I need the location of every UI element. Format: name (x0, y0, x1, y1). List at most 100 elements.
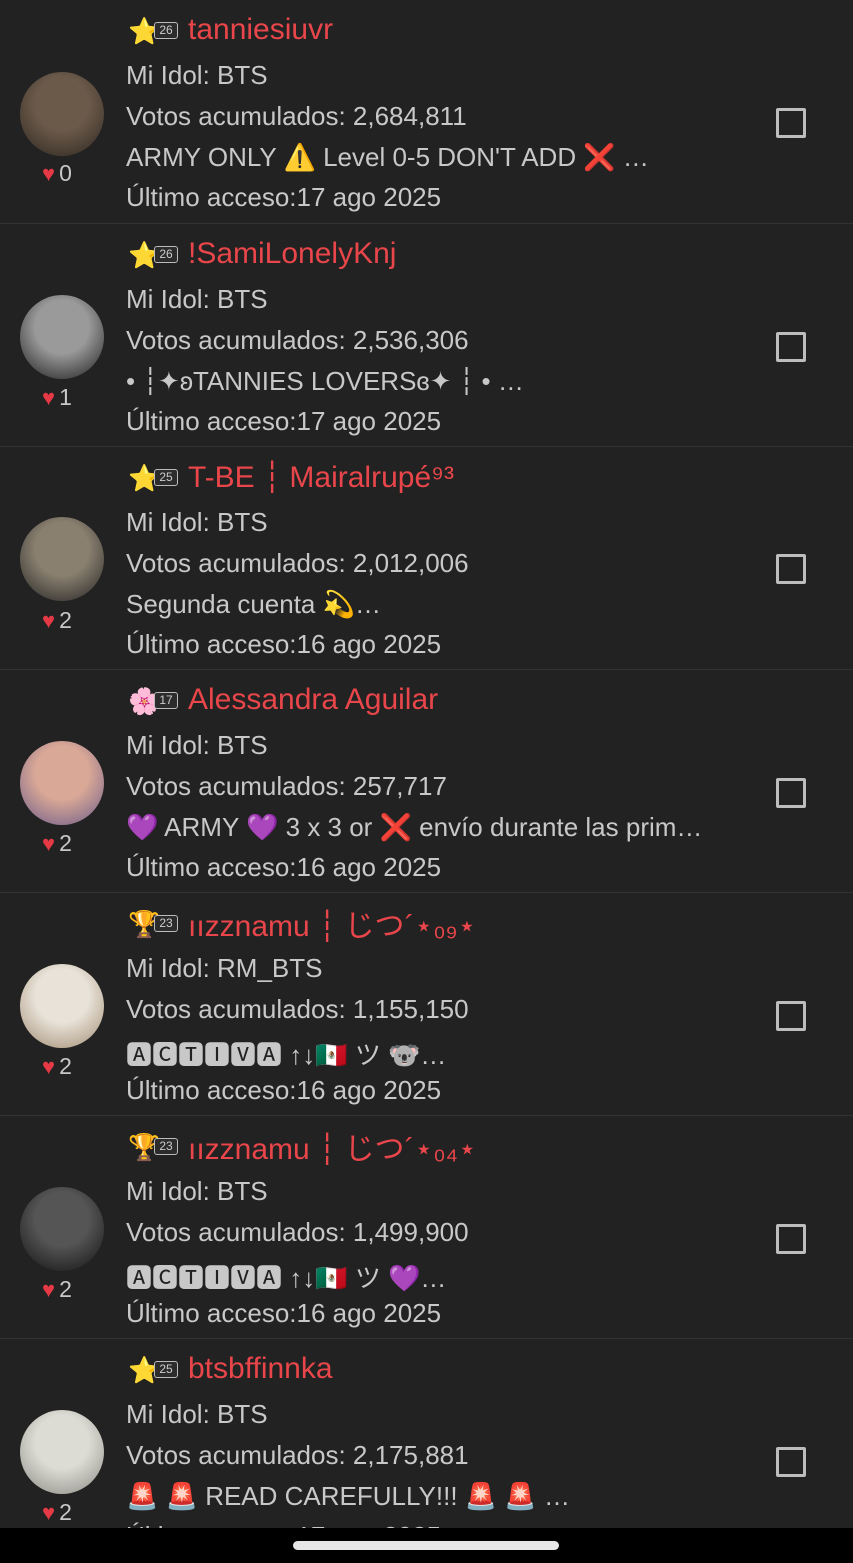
member-row[interactable]: ♥ 2 ⭐ 25 T-BE ┆ Mairalrupé⁹³ Mi Idol: BT… (0, 446, 853, 669)
last-access-text: Último acceso:17 ago 2025 (126, 182, 442, 212)
select-checkbox[interactable] (776, 778, 806, 808)
votes-text: Votos acumulados: 2,536,306 (126, 325, 469, 355)
avatar-column: ♥ 2 (18, 447, 106, 669)
bio-text: Segunda cuenta 💫… (126, 589, 381, 619)
system-navigation-bar (0, 1528, 853, 1563)
bio-text: ARMY ONLY ⚠️ Level 0-5 DON'T ADD ❌ … (126, 142, 649, 172)
heart-icon: ♥ (42, 1276, 56, 1302)
name-line: ⭐ 26 !SamiLonelyKnj (126, 234, 396, 274)
name-line: 🌸 17 Alessandra Aguilar (126, 680, 438, 720)
select-checkbox[interactable] (776, 1447, 806, 1477)
level-badge: ⭐ 26 (126, 13, 180, 47)
avatar-column: ♥ 2 (18, 893, 106, 1115)
likes-counter: ♥ 2 (42, 1053, 72, 1080)
idol-text: Mi Idol: BTS (126, 507, 268, 537)
select-checkbox[interactable] (776, 1001, 806, 1031)
likes-counter: ♥ 1 (42, 384, 72, 411)
level-badge: ⭐ 26 (126, 237, 180, 271)
member-row[interactable]: ♥ 0 ⭐ 26 tanniesiuvr Mi Idol: BTS Votos … (0, 0, 853, 223)
last-access-text: Último acceso:17 ago 2025 (126, 1521, 441, 1528)
likes-count: 2 (59, 830, 72, 856)
last-access-text: Último acceso:16 ago 2025 (126, 1298, 442, 1328)
avatar-column: ♥ 2 (18, 1339, 106, 1528)
idol-text: Mi Idol: BTS (126, 284, 268, 314)
avatar-column: ♥ 2 (18, 670, 106, 892)
bio-text: 🅰🅲🆃🅸🆅🅰 ↑↓🇲🇽 ツ 💜… (126, 1263, 447, 1293)
home-gesture-handle[interactable] (293, 1541, 559, 1550)
votes-text: Votos acumulados: 2,684,811 (126, 101, 467, 131)
level-badge: ⭐ 25 (126, 1352, 180, 1386)
likes-count: 1 (59, 384, 72, 410)
level-number: 25 (154, 1361, 178, 1378)
avatar-column: ♥ 2 (18, 1116, 106, 1338)
idol-text: Mi Idol: BTS (126, 730, 268, 760)
avatar[interactable] (20, 964, 104, 1048)
last-access-text: Último acceso:16 ago 2025 (126, 629, 442, 659)
avatar[interactable] (20, 72, 104, 156)
last-access-text: Último acceso:16 ago 2025 (126, 1075, 442, 1105)
idol-text: Mi Idol: BTS (126, 1176, 268, 1206)
level-number: 17 (154, 692, 178, 709)
member-row[interactable]: ♥ 2 🏆 23 ıızznamu ┆ じつ´⋆₀₄⋆ Mi Idol: BTS… (0, 1115, 853, 1338)
votes-text: Votos acumulados: 257,717 (126, 771, 447, 801)
level-badge: 🏆 23 (126, 1129, 180, 1163)
member-row[interactable]: ♥ 2 🌸 17 Alessandra Aguilar Mi Idol: BTS… (0, 669, 853, 892)
level-number: 26 (154, 246, 178, 263)
likes-count: 2 (59, 1053, 72, 1079)
member-name[interactable]: !SamiLonelyKnj (188, 237, 396, 271)
name-line: ⭐ 26 tanniesiuvr (126, 10, 333, 50)
member-name[interactable]: T-BE ┆ Mairalrupé⁹³ (188, 460, 454, 495)
select-checkbox[interactable] (776, 332, 806, 362)
level-number: 25 (154, 469, 178, 486)
avatar-column: ♥ 1 (18, 224, 106, 446)
level-badge: 🌸 17 (126, 683, 180, 717)
votes-text: Votos acumulados: 2,012,006 (126, 548, 469, 578)
name-line: 🏆 23 ıızznamu ┆ じつ´⋆₀₉⋆ (126, 903, 476, 943)
likes-count: 2 (59, 1276, 72, 1302)
avatar[interactable] (20, 517, 104, 601)
bio-text: 💜 ARMY 💜 3 x 3 or ❌ envío durante las pr… (126, 812, 703, 842)
member-row[interactable]: ♥ 2 🏆 23 ıızznamu ┆ じつ´⋆₀₉⋆ Mi Idol: RM_… (0, 892, 853, 1115)
select-checkbox[interactable] (776, 1224, 806, 1254)
heart-icon: ♥ (42, 160, 56, 186)
member-name[interactable]: btsbffinnka (188, 1352, 333, 1386)
select-checkbox[interactable] (776, 108, 806, 138)
avatar-column: ♥ 0 (18, 0, 106, 223)
last-access-text: Último acceso:16 ago 2025 (126, 852, 442, 882)
likes-counter: ♥ 2 (42, 1499, 72, 1526)
idol-text: Mi Idol: BTS (126, 60, 268, 90)
level-badge: 🏆 23 (126, 906, 180, 940)
bio-text: 🅰🅲🆃🅸🆅🅰 ↑↓🇲🇽 ツ 🐨… (126, 1040, 447, 1070)
member-row[interactable]: ♥ 1 ⭐ 26 !SamiLonelyKnj Mi Idol: BTS Vot… (0, 223, 853, 446)
likes-counter: ♥ 2 (42, 1276, 72, 1303)
heart-icon: ♥ (42, 384, 56, 410)
heart-icon: ♥ (42, 1053, 56, 1079)
idol-text: Mi Idol: RM_BTS (126, 953, 323, 983)
name-line: ⭐ 25 T-BE ┆ Mairalrupé⁹³ (126, 457, 454, 497)
level-badge: ⭐ 25 (126, 460, 180, 494)
likes-count: 2 (59, 607, 72, 633)
member-list: ♥ 0 ⭐ 26 tanniesiuvr Mi Idol: BTS Votos … (0, 0, 853, 1528)
name-line: ⭐ 25 btsbffinnka (126, 1349, 333, 1389)
avatar[interactable] (20, 295, 104, 379)
likes-count: 0 (59, 160, 72, 186)
member-name[interactable]: tanniesiuvr (188, 13, 333, 47)
last-access-text: Último acceso:17 ago 2025 (126, 406, 442, 436)
likes-counter: ♥ 2 (42, 830, 72, 857)
avatar[interactable] (20, 1187, 104, 1271)
likes-counter: ♥ 0 (42, 160, 72, 187)
likes-count: 2 (59, 1499, 72, 1525)
votes-text: Votos acumulados: 1,499,900 (126, 1217, 469, 1247)
member-name[interactable]: ıızznamu ┆ じつ´⋆₀₉⋆ (188, 901, 476, 945)
votes-text: Votos acumulados: 1,155,150 (126, 994, 469, 1024)
bio-text: • ┆✦ʚTANNIES LOVERSɞ✦ ┆ • … (126, 366, 524, 396)
avatar[interactable] (20, 1410, 104, 1494)
member-name[interactable]: ıızznamu ┆ じつ´⋆₀₄⋆ (188, 1124, 477, 1168)
level-number: 26 (154, 22, 178, 39)
heart-icon: ♥ (42, 1499, 56, 1525)
avatar[interactable] (20, 741, 104, 825)
member-row[interactable]: ♥ 2 ⭐ 25 btsbffinnka Mi Idol: BTS Votos … (0, 1338, 853, 1528)
member-name[interactable]: Alessandra Aguilar (188, 683, 438, 717)
name-line: 🏆 23 ıızznamu ┆ じつ´⋆₀₄⋆ (126, 1126, 477, 1166)
select-checkbox[interactable] (776, 554, 806, 584)
